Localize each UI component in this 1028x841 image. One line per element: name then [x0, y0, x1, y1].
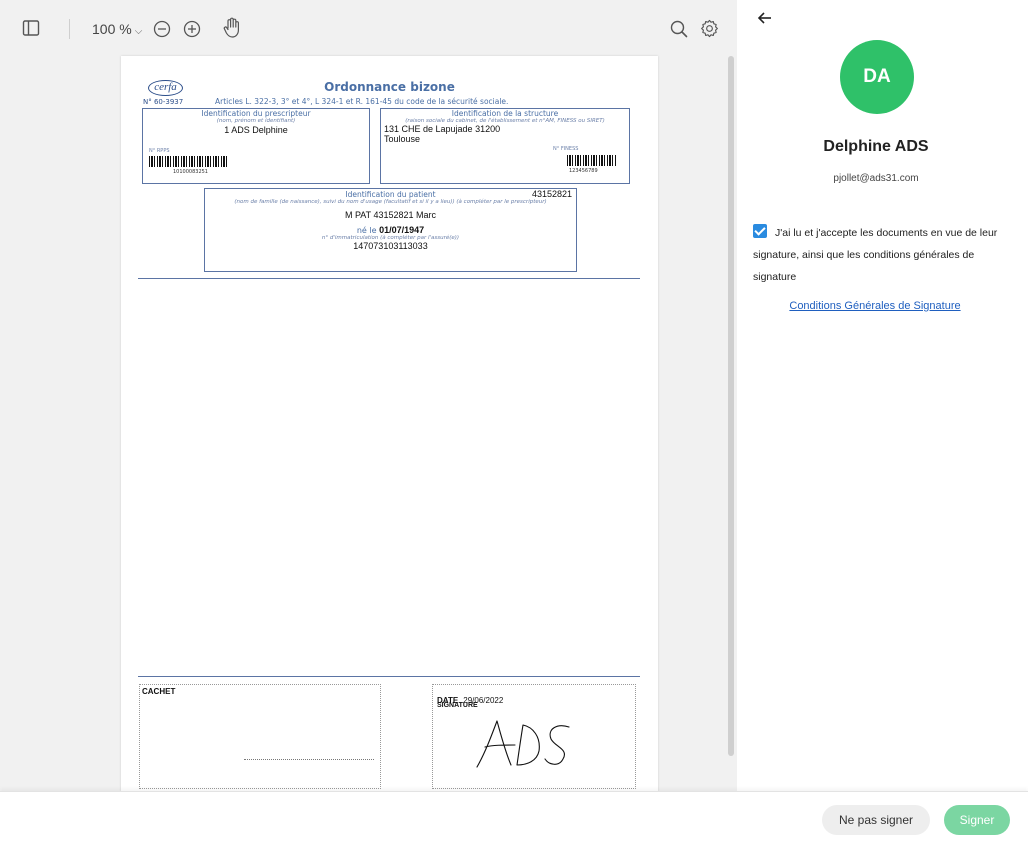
decline-button[interactable]: Ne pas signer: [822, 805, 930, 835]
handwritten-signature: [476, 720, 570, 768]
sidebar-toggle-icon[interactable]: [22, 19, 40, 42]
signature-label: SIGNATURE: [437, 702, 478, 709]
structure-address-line2: Toulouse: [384, 134, 421, 144]
hand-tool-icon[interactable]: [222, 17, 242, 44]
document-title: Ordonnance bizone: [324, 80, 455, 94]
search-icon[interactable]: [670, 20, 688, 43]
structure-title: Identification de la structure: [451, 109, 559, 118]
consent-checkbox[interactable]: [753, 224, 767, 238]
signature-box: DATE 29/06/2022 SIGNATURE: [432, 684, 636, 789]
rpps-number: 10100083251: [173, 169, 208, 175]
chevron-down-icon: ⌵: [134, 26, 143, 37]
finess-number: 123456789: [569, 168, 598, 174]
document-page: cerfa Ordonnance bizone N° 60-3937 Artic…: [121, 56, 658, 791]
viewer-scrollbar[interactable]: [728, 56, 734, 756]
signer-panel: DA Delphine ADS pjollet@ads31.com J'ai l…: [737, 0, 1028, 791]
birth-date: 01/07/1947: [379, 225, 425, 235]
signature-app: 100 % ⌵ cerfa Ordonnance bizone N° 60-39…: [0, 0, 1028, 841]
prescriber-subtitle: (nom, prénom et identifiant): [216, 118, 296, 124]
action-bar: Ne pas signer Signer: [0, 791, 1028, 841]
cachet-box: CACHET: [139, 684, 381, 789]
patient-name: M PAT 43152821 Marc: [344, 210, 437, 220]
patient-box: Identification du patient 43152821 (nom …: [204, 188, 577, 272]
consent-text: J'ai lu et j'accepte les documents en vu…: [753, 227, 998, 283]
patient-id: 43152821: [531, 189, 572, 199]
zoom-out-icon[interactable]: [153, 20, 171, 43]
zoom-in-icon[interactable]: [183, 20, 201, 43]
avatar: DA: [840, 40, 914, 114]
zoom-select[interactable]: 100 % ⌵: [92, 21, 142, 37]
header-divider: [138, 278, 640, 279]
legal-articles: Articles L. 322-3, 3° et 4°, L 324-1 et …: [215, 97, 509, 106]
rpps-barcode: [149, 156, 229, 167]
signer-email: pjollet@ads31.com: [833, 173, 919, 184]
form-number: N° 60-3937: [143, 98, 184, 106]
viewer-toolbar: 100 % ⌵: [0, 0, 737, 56]
prescriber-name: 1 ADS Delphine: [224, 125, 288, 135]
zoom-label: 100 %: [92, 21, 132, 37]
document-viewer: 100 % ⌵ cerfa Ordonnance bizone N° 60-39…: [0, 0, 737, 791]
toolbar-separator: [69, 19, 70, 39]
structure-box: Identification de la structure (raison s…: [380, 108, 630, 184]
cgs-link[interactable]: Conditions Générales de Signature: [737, 300, 1013, 312]
cachet-label: CACHET: [142, 687, 176, 696]
patient-title: Identification du patient: [345, 190, 436, 199]
sign-button[interactable]: Signer: [944, 805, 1010, 835]
rpps-label: N° RPPS: [149, 148, 170, 154]
settings-icon[interactable]: [700, 19, 719, 43]
finess-barcode: [567, 155, 617, 166]
finess-label: N° FINESS: [553, 146, 579, 152]
signer-name: Delphine ADS: [823, 138, 929, 155]
born-label: né le: [356, 226, 377, 235]
immat-number: 147073103113033: [353, 241, 428, 251]
structure-address-line1: 131 CHE de Lapujade 31200: [384, 124, 501, 134]
birth-row: né le 01/07/1947: [205, 225, 576, 235]
prescriber-box: Identification du prescripteur (nom, pré…: [142, 108, 370, 184]
prescriber-title: Identification du prescripteur: [201, 109, 311, 118]
patient-subtitle: (nom de famille (de naissance), suivi du…: [234, 199, 547, 205]
consent-row: J'ai lu et j'accepte les documents en vu…: [753, 222, 1015, 288]
cachet-dotted-line: [244, 759, 374, 760]
back-arrow-icon[interactable]: [757, 10, 773, 31]
footer-divider: [138, 676, 640, 677]
